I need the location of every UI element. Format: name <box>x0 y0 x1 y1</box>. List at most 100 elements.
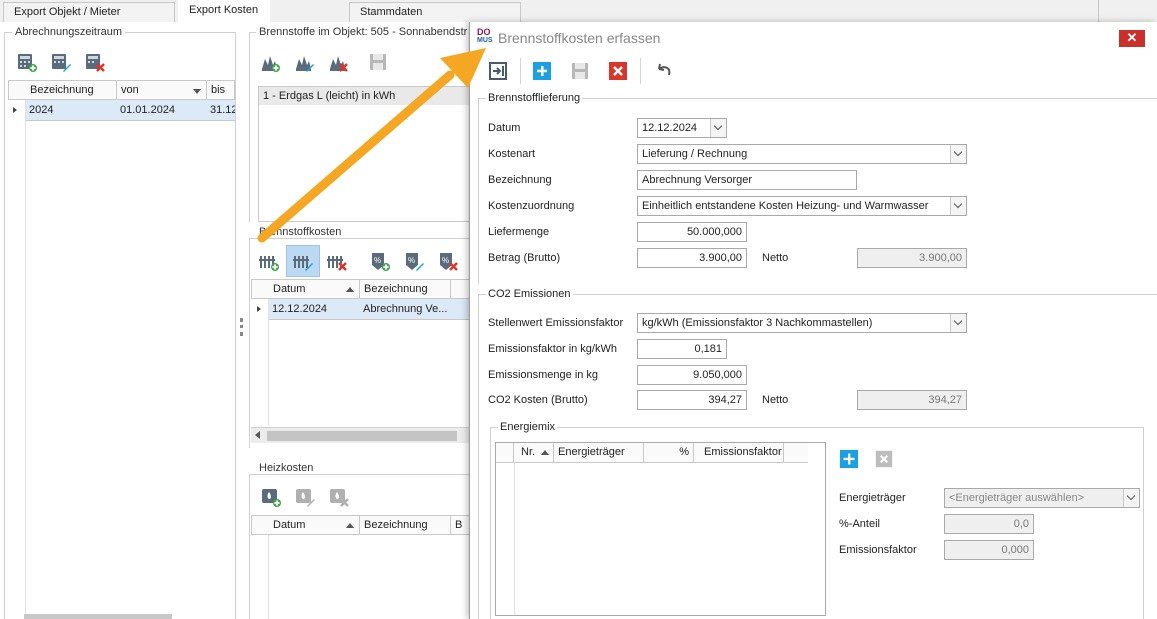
edit-cost-button[interactable] <box>286 245 320 277</box>
sort-ascending-icon <box>346 523 354 528</box>
add-icon[interactable] <box>531 60 553 82</box>
save-fuel-icon[interactable] <box>367 51 389 73</box>
edit-percent-icon[interactable]: % <box>403 250 425 272</box>
list-item[interactable]: 1 - Erdgas L (leicht) in kWh <box>259 87 469 105</box>
co2kosten-input[interactable]: 394,27 <box>637 390 747 410</box>
indicator-col <box>496 443 514 462</box>
stellenwert-select[interactable]: kg/kWh (Emissionsfaktor 3 Nachkommastell… <box>637 313 967 333</box>
tab-label: Export Kosten <box>189 4 259 16</box>
scroll-left-icon[interactable] <box>255 431 260 439</box>
left-panel-border <box>4 32 5 619</box>
save-icon[interactable] <box>569 60 591 82</box>
col-b[interactable]: B <box>451 516 469 535</box>
row-indicator-icon <box>13 107 17 113</box>
emissionsmenge-label: Emissionsmenge in kg <box>488 369 599 381</box>
col-nr[interactable]: Nr. <box>514 443 554 462</box>
tab-label: Stammdaten <box>360 6 423 18</box>
chevron-down-icon[interactable] <box>950 197 966 215</box>
logo-text-top: DO <box>477 27 491 37</box>
emissionsfaktor-input[interactable]: 0,181 <box>637 339 727 359</box>
heizkosten-top <box>249 474 469 475</box>
col-energietraeger[interactable]: Energieträger <box>554 443 644 462</box>
undo-icon[interactable] <box>653 60 675 82</box>
delete-heating-cost-icon[interactable] <box>328 486 350 508</box>
datum-picker[interactable]: 12.12.2024 <box>637 118 727 138</box>
delete-cost-icon[interactable] <box>326 250 348 272</box>
edit-heating-cost-icon[interactable] <box>294 486 316 508</box>
chevron-down-icon[interactable] <box>1123 489 1139 507</box>
energietraeger-select[interactable]: <Energieträger auswählen> <box>944 488 1140 508</box>
chevron-down-icon[interactable] <box>950 314 966 332</box>
chevron-down-icon[interactable] <box>950 145 966 163</box>
kosten-top <box>249 238 469 239</box>
bezeichnung-input[interactable]: Abrechnung Versorger <box>637 170 857 190</box>
edit-fuel-icon[interactable] <box>293 51 315 73</box>
add-cost-icon[interactable] <box>258 250 280 272</box>
col-bis[interactable]: bis <box>207 81 236 100</box>
col-label: Bezeichnung <box>364 519 428 531</box>
liefermenge-input[interactable]: 50.000,000 <box>637 222 747 242</box>
col-datum[interactable]: Datum <box>269 280 360 299</box>
col-bezeichnung[interactable]: Bezeichnung <box>360 516 451 535</box>
left-scrollbar-thumb[interactable] <box>24 614 172 619</box>
section-brennstofflieferung: Brennstofflieferung <box>486 92 583 104</box>
add-percent-icon[interactable]: % <box>369 250 391 272</box>
col-bezeichnung[interactable]: Bezeichnung <box>26 81 117 100</box>
tab-export-kosten[interactable]: Export Kosten <box>178 0 270 22</box>
col-percent[interactable]: % <box>644 443 694 462</box>
energiemix-title: Energiemix <box>498 421 558 433</box>
splitter-handle[interactable] <box>240 318 243 336</box>
netto-label: Netto <box>762 252 789 264</box>
section2-line <box>478 294 1157 295</box>
delete-period-icon[interactable] <box>84 51 106 73</box>
grid-indicator-column <box>268 535 269 619</box>
tab-export-objekt-mieter[interactable]: Export Objekt / Mieter <box>3 2 175 22</box>
domus-logo: DO MUS <box>477 28 495 48</box>
betrag-input[interactable]: 3.900,00 <box>637 248 747 268</box>
col-emissionsfaktor[interactable]: Emissionsfaktor <box>694 443 784 462</box>
col-label: Bezeichnung <box>364 283 428 295</box>
edit-period-icon[interactable] <box>50 51 72 73</box>
add-heating-cost-icon[interactable] <box>260 486 282 508</box>
col-label: Datum <box>273 519 306 531</box>
anteil-input[interactable]: 0,0 <box>944 514 1034 534</box>
chevron-down-icon[interactable] <box>710 119 726 137</box>
kosten-border <box>249 238 250 448</box>
grid-indicator-column <box>25 100 26 619</box>
kostenzuordnung-select[interactable]: Einheitlich entstandene Kosten Heizung- … <box>637 196 967 216</box>
scrollbar-thumb[interactable] <box>267 431 457 441</box>
tab-stammdaten[interactable]: Stammdaten <box>349 2 521 22</box>
col-bezeichnung[interactable]: Bezeichnung <box>360 280 451 299</box>
grid-indicator-column <box>268 299 269 425</box>
energiemix-grid: Nr. Energieträger % Emissionsfaktor <box>495 442 826 616</box>
add-energy-icon[interactable] <box>839 449 859 469</box>
add-fuel-icon[interactable] <box>259 51 281 73</box>
datum-label: Datum <box>488 122 521 134</box>
exit-icon[interactable] <box>487 60 509 82</box>
delete-percent-icon[interactable]: % <box>437 250 459 272</box>
col-datum[interactable]: Datum <box>269 516 360 535</box>
delete-icon[interactable] <box>607 60 629 82</box>
energiemix-grid-header: Nr. Energieträger % Emissionsfaktor <box>496 443 808 463</box>
close-button[interactable]: ✕ <box>1119 30 1145 47</box>
delete-fuel-icon[interactable] <box>327 51 349 73</box>
svg-text:%: % <box>408 256 415 265</box>
sort-ascending-icon <box>346 287 354 292</box>
faktor-input[interactable]: 0,000 <box>944 540 1034 560</box>
table-row[interactable]: 12.12.2024 Abrechnung Ve... <box>268 299 469 320</box>
section1-border <box>478 98 479 284</box>
dialog-title: Brennstoffkosten erfassen <box>498 30 661 46</box>
horizontal-scrollbar[interactable] <box>251 427 469 443</box>
heizkosten-title: Heizkosten <box>256 462 317 474</box>
chevron-down-icon <box>193 89 201 94</box>
row-indicator-icon <box>257 306 261 312</box>
col-label: % <box>679 446 689 458</box>
remove-energy-icon[interactable] <box>875 450 895 470</box>
kostenart-select[interactable]: Lieferung / Rechnung <box>637 144 967 164</box>
tab-label: Export Objekt / Mieter <box>14 6 121 18</box>
table-row[interactable]: 2024 01.01.2024 31.12 <box>25 100 235 121</box>
emissionsmenge-input[interactable]: 9.050,000 <box>637 365 747 385</box>
col-von[interactable]: von <box>117 81 207 100</box>
add-period-icon[interactable] <box>16 51 38 73</box>
row-bezeichnung: Abrechnung Ve... <box>363 303 448 315</box>
